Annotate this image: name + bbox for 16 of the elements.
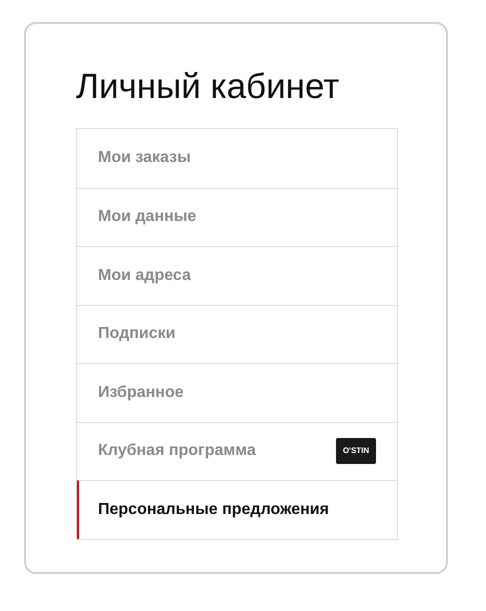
menu-item-label: Избранное [98,382,184,403]
menu-item[interactable]: Подписки [77,304,397,363]
menu-item-label: Мои адреса [98,266,191,286]
menu-item[interactable]: Мои заказы [77,129,397,188]
menu-item-label: Клубная программа [98,441,256,462]
menu-item-label: Подписки [98,324,176,344]
page-title: Личный кабинет [76,66,340,108]
menu-item[interactable]: Клубная программа O'STIN [77,422,397,480]
menu-item-label: Персональные предложения [98,500,329,520]
club-card-badge: O'STIN [336,438,376,464]
menu-item-label: Мои данные [98,207,196,228]
menu-item-label: Мои заказы [98,148,191,168]
menu-item[interactable]: Мои данные [77,188,397,246]
menu-item[interactable]: Мои адреса [77,246,397,304]
menu-item[interactable]: Персональные предложения [77,480,397,538]
menu-item[interactable]: Избранное [77,363,397,422]
